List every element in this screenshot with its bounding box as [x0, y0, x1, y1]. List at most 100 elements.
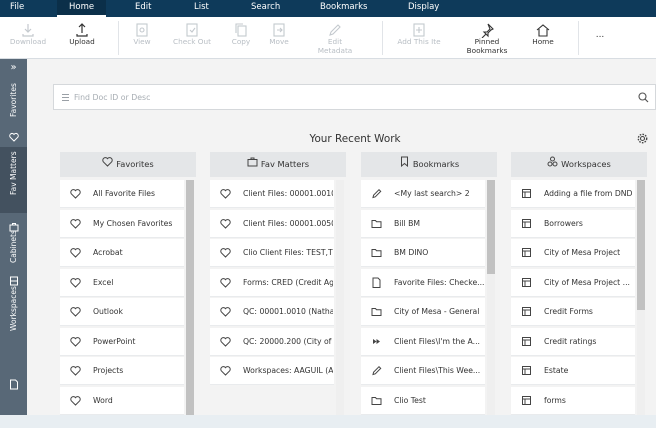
list-item-text: forms: [544, 395, 566, 405]
list-item[interactable]: Adding a file from DND: [511, 180, 635, 208]
menu-edit[interactable]: Edit: [135, 0, 151, 17]
search-icon[interactable]: [638, 92, 649, 103]
list-item[interactable]: forms: [511, 386, 635, 415]
add-item-label: Add This Ite: [397, 37, 441, 46]
list-item[interactable]: Projects: [60, 357, 184, 385]
menu-search[interactable]: Search: [251, 0, 280, 17]
fav-matters-column: Fav MattersClient Files: 00001.0010 ...C…: [210, 152, 346, 416]
sidebar-item-cabinets[interactable]: Cabinets: [0, 230, 27, 263]
list-item[interactable]: City of Mesa Project: [511, 239, 635, 267]
scrollbar[interactable]: [637, 180, 645, 416]
edit-metadata-button[interactable]: Edit Metadata: [310, 20, 360, 58]
view-label: View: [133, 37, 151, 46]
list-item-text: Excel: [93, 277, 114, 287]
list-item-text: Forms: CRED (Credit Agr...: [243, 277, 333, 287]
list-item[interactable]: Client Files\This Wee...: [361, 357, 485, 385]
pinned-label-2: Bookmarks: [466, 45, 508, 55]
list-item[interactable]: QC: 00001.0010 (Nathan...: [210, 298, 334, 326]
pinned-bookmarks-button[interactable]: Pinned Bookmarks: [460, 20, 514, 58]
menu-display[interactable]: Display: [408, 0, 439, 17]
list-item[interactable]: Outlook: [60, 298, 184, 326]
list-item[interactable]: Credit Forms: [511, 298, 635, 326]
list-item-text: Acrobat: [93, 248, 123, 257]
list-item[interactable]: City of Mesa - General: [361, 298, 485, 326]
column-header[interactable]: Favorites: [60, 152, 196, 177]
list-item-text: Client Files\I'm the A...: [394, 336, 480, 346]
upload-label: Upload: [69, 37, 95, 46]
scrollbar[interactable]: [336, 180, 344, 416]
menu-list[interactable]: List: [194, 0, 209, 17]
sidebar-item-favorites[interactable]: Favorites: [0, 83, 27, 117]
column-header[interactable]: Workspaces: [511, 152, 647, 177]
sidebar-item-fav-matters[interactable]: Fav Matters: [0, 151, 27, 195]
upload-button[interactable]: Upload: [60, 20, 104, 58]
check-out-button[interactable]: Check Out: [166, 20, 218, 58]
sidebar-item-workspaces[interactable]: Workspaces: [0, 286, 27, 331]
scrollbar[interactable]: [186, 180, 194, 416]
list-item[interactable]: Borrowers: [511, 209, 635, 238]
search-input[interactable]: [74, 90, 614, 105]
column-title: Favorites: [116, 159, 154, 169]
list-item[interactable]: Acrobat: [60, 239, 184, 267]
menu-home[interactable]: Home: [57, 0, 107, 17]
list-item[interactable]: Client Files: 00001.0050 ...: [210, 209, 334, 238]
list-item[interactable]: Credit ratings: [511, 327, 635, 356]
list-item[interactable]: All Favorite Files: [60, 180, 184, 208]
folder-icon: [371, 308, 382, 316]
list-item-text: Adding a file from DND: [544, 189, 633, 198]
bottom-strip: [0, 415, 656, 428]
briefcase-icon: [0, 217, 27, 232]
list-item[interactable]: Bill BM: [361, 209, 485, 238]
heart-icon: [70, 307, 81, 317]
column-list: <My last search> 2 Bill BM BM DINO Favorite…: [361, 180, 497, 416]
list-item[interactable]: Forms: CRED (Credit Agr...: [210, 268, 334, 297]
gear-icon[interactable]: [637, 133, 648, 144]
heart-icon: [70, 189, 81, 199]
list-item[interactable]: Clio Client Files: TEST,TES...: [210, 239, 334, 267]
menu-bookmarks[interactable]: Bookmarks: [320, 0, 368, 17]
list-item-text: Estate: [544, 366, 569, 375]
list-item-text: Borrowers: [544, 218, 583, 228]
list-item[interactable]: Client Files: 00001.0010 ...: [210, 180, 334, 208]
sidebar-workspaces-label: Workspaces: [9, 286, 18, 331]
list-item[interactable]: Estate: [511, 357, 635, 385]
list-item[interactable]: <My last search> 2: [361, 180, 485, 208]
column-header[interactable]: Fav Matters: [210, 152, 346, 177]
column-title: Bookmarks: [412, 159, 460, 169]
list-item-text: Clio Client Files: TEST,TES...: [243, 248, 333, 257]
list-item[interactable]: QC: 20000.200 (City of ...: [210, 327, 334, 356]
copy-button[interactable]: Copy: [224, 20, 258, 58]
list-item[interactable]: Excel: [60, 268, 184, 297]
sidebar-cabinets-label: Cabinets: [9, 230, 18, 263]
list-item[interactable]: City of Mesa Project ...: [511, 268, 635, 297]
add-item-button[interactable]: Add This Ite: [390, 20, 448, 58]
view-button[interactable]: View: [124, 20, 160, 58]
list-item[interactable]: Clio Test: [361, 386, 485, 415]
heart-icon: [70, 395, 81, 406]
list-item[interactable]: Client Files\I'm the A...: [361, 327, 485, 356]
menu-file[interactable]: File: [10, 0, 24, 17]
scrollbar-thumb[interactable]: [637, 180, 645, 310]
column-header[interactable]: Bookmarks: [361, 152, 497, 177]
home-button[interactable]: Home: [524, 20, 562, 58]
scrollbar-thumb[interactable]: [487, 180, 495, 274]
expand-sidebar-button[interactable]: »: [0, 62, 27, 76]
list-item[interactable]: BM DINO: [361, 239, 485, 267]
move-button[interactable]: Move: [262, 20, 296, 58]
pencil-icon: [372, 188, 382, 199]
column-list: All Favorite Files My Chosen Favorites Acr…: [60, 180, 196, 416]
list-item[interactable]: Favorite Files: Checke...: [361, 268, 485, 297]
list-item[interactable]: Word: [60, 386, 184, 415]
workspace-icon: [522, 336, 531, 346]
list-item[interactable]: Workspaces: AAGUIL (Ag...: [210, 357, 334, 385]
list-item[interactable]: PowerPoint: [60, 327, 184, 356]
list-item[interactable]: My Chosen Favorites: [60, 209, 184, 238]
download-icon: [22, 24, 34, 37]
page-title: Your Recent Work: [309, 133, 401, 145]
document-icon[interactable]: [0, 375, 27, 390]
download-button[interactable]: Download: [4, 20, 52, 58]
sidebar-favorites-label: Favorites: [9, 83, 18, 117]
copy-icon: [235, 23, 247, 37]
scrollbar-thumb[interactable]: [186, 180, 194, 416]
scrollbar[interactable]: [487, 180, 495, 416]
